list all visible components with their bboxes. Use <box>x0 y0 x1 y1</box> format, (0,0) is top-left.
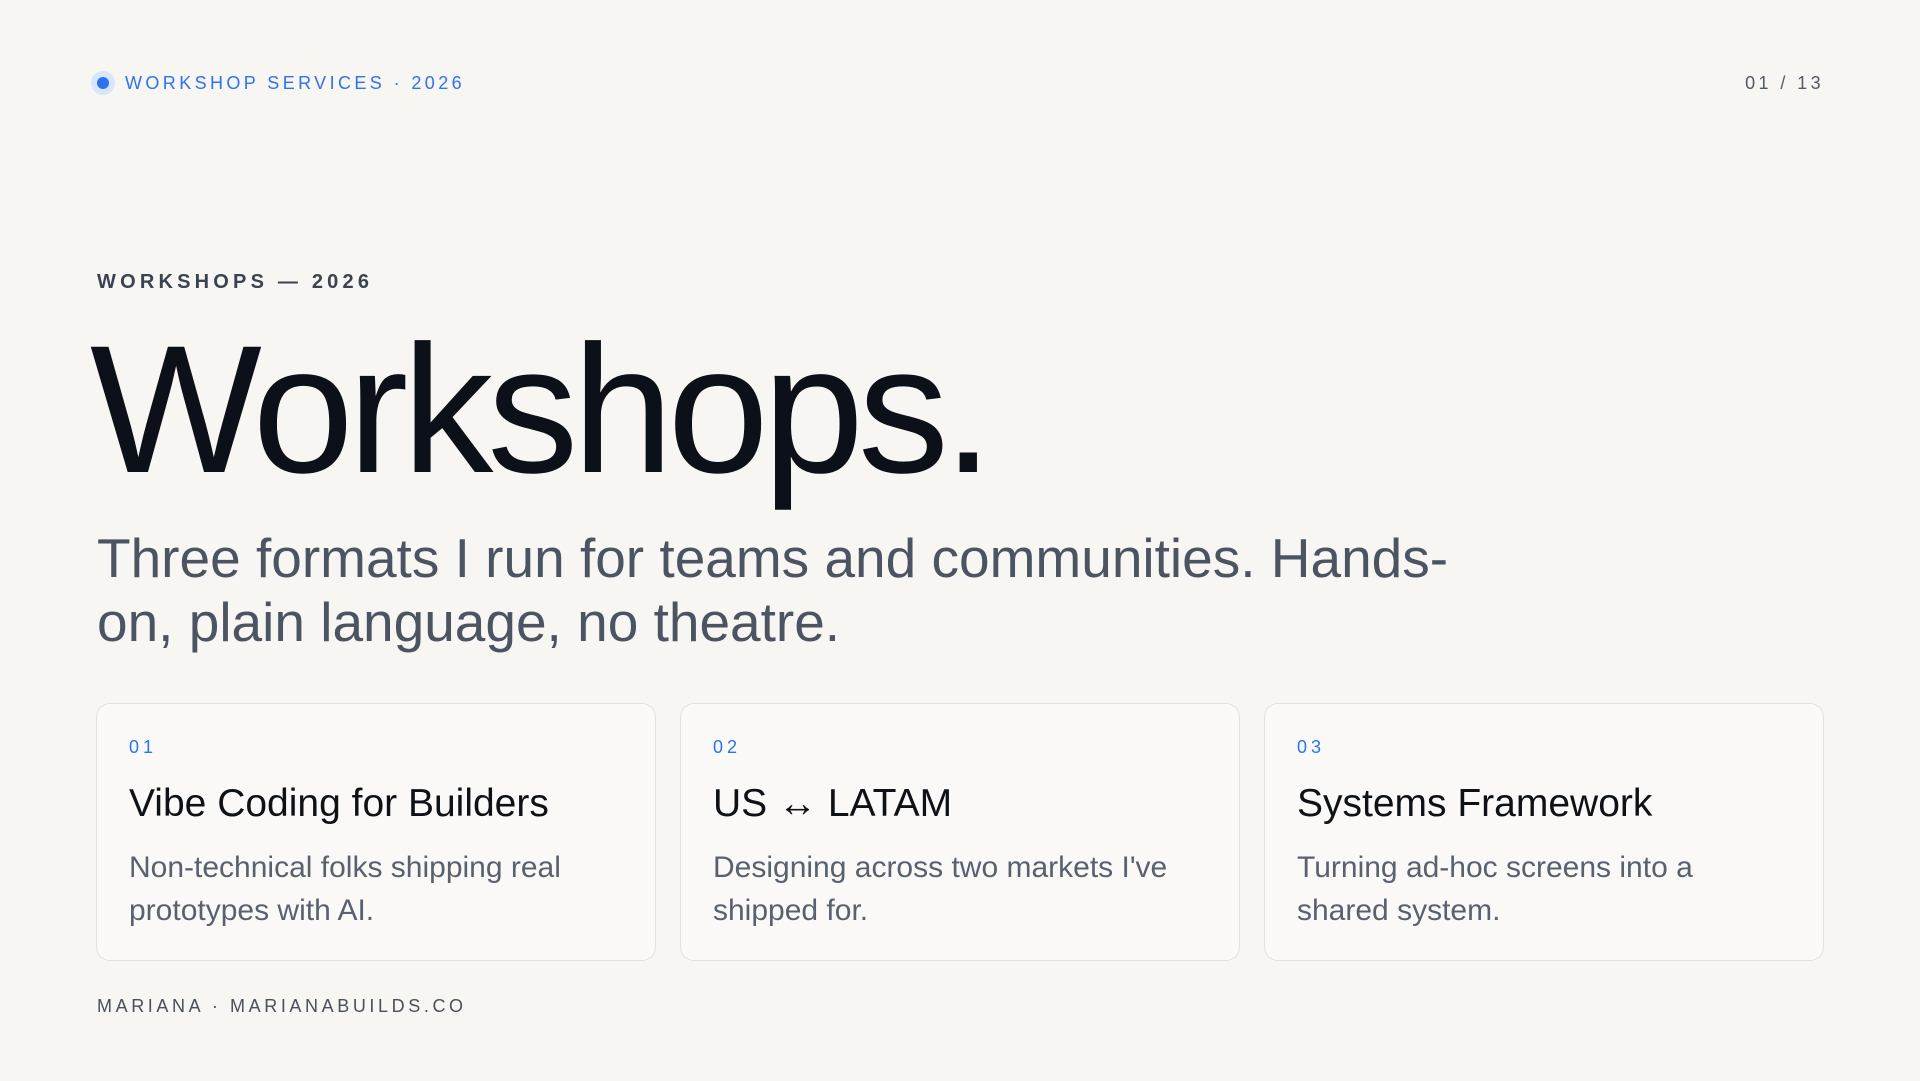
top-bar: WORKSHOP SERVICES · 2026 01 / 13 <box>91 68 1824 98</box>
brand-label: WORKSHOP SERVICES · 2026 <box>125 72 466 93</box>
dot-icon <box>91 71 115 95</box>
page-counter: 01 / 13 <box>1745 72 1824 93</box>
card-title: US ↔ LATAM <box>713 782 953 825</box>
footer-credit: MARIANA · MARIANABUILDS.CO <box>97 996 467 1016</box>
card-description: Turning ad-hoc screens into a shared sys… <box>1297 851 1693 927</box>
card-number: 03 <box>1297 737 1326 757</box>
page-subtitle: Three formats I run for teams and commun… <box>97 527 1449 653</box>
card-description: Non-technical folks shipping real protot… <box>129 851 561 927</box>
brand: WORKSHOP SERVICES · 2026 <box>91 71 465 95</box>
page-title: Workshops. <box>90 307 994 511</box>
workshop-card-vibe-coding[interactable]: 01 Vibe Coding for Builders Non-technica… <box>96 703 656 961</box>
workshop-card-systems-framework[interactable]: 03 Systems Framework Turning ad-hoc scre… <box>1264 703 1824 961</box>
card-description: Designing across two markets I've shippe… <box>713 851 1168 927</box>
section-eyebrow: WORKSHOPS — 2026 <box>97 271 374 293</box>
workshop-cards: 01 Vibe Coding for Builders Non-technica… <box>96 703 1824 961</box>
workshop-card-us-latam[interactable]: 02 US ↔ LATAM Designing across two marke… <box>680 703 1240 961</box>
card-number: 02 <box>713 737 742 757</box>
card-title: Vibe Coding for Builders <box>129 782 549 825</box>
card-title: Systems Framework <box>1297 782 1653 825</box>
card-number: 01 <box>129 737 158 757</box>
